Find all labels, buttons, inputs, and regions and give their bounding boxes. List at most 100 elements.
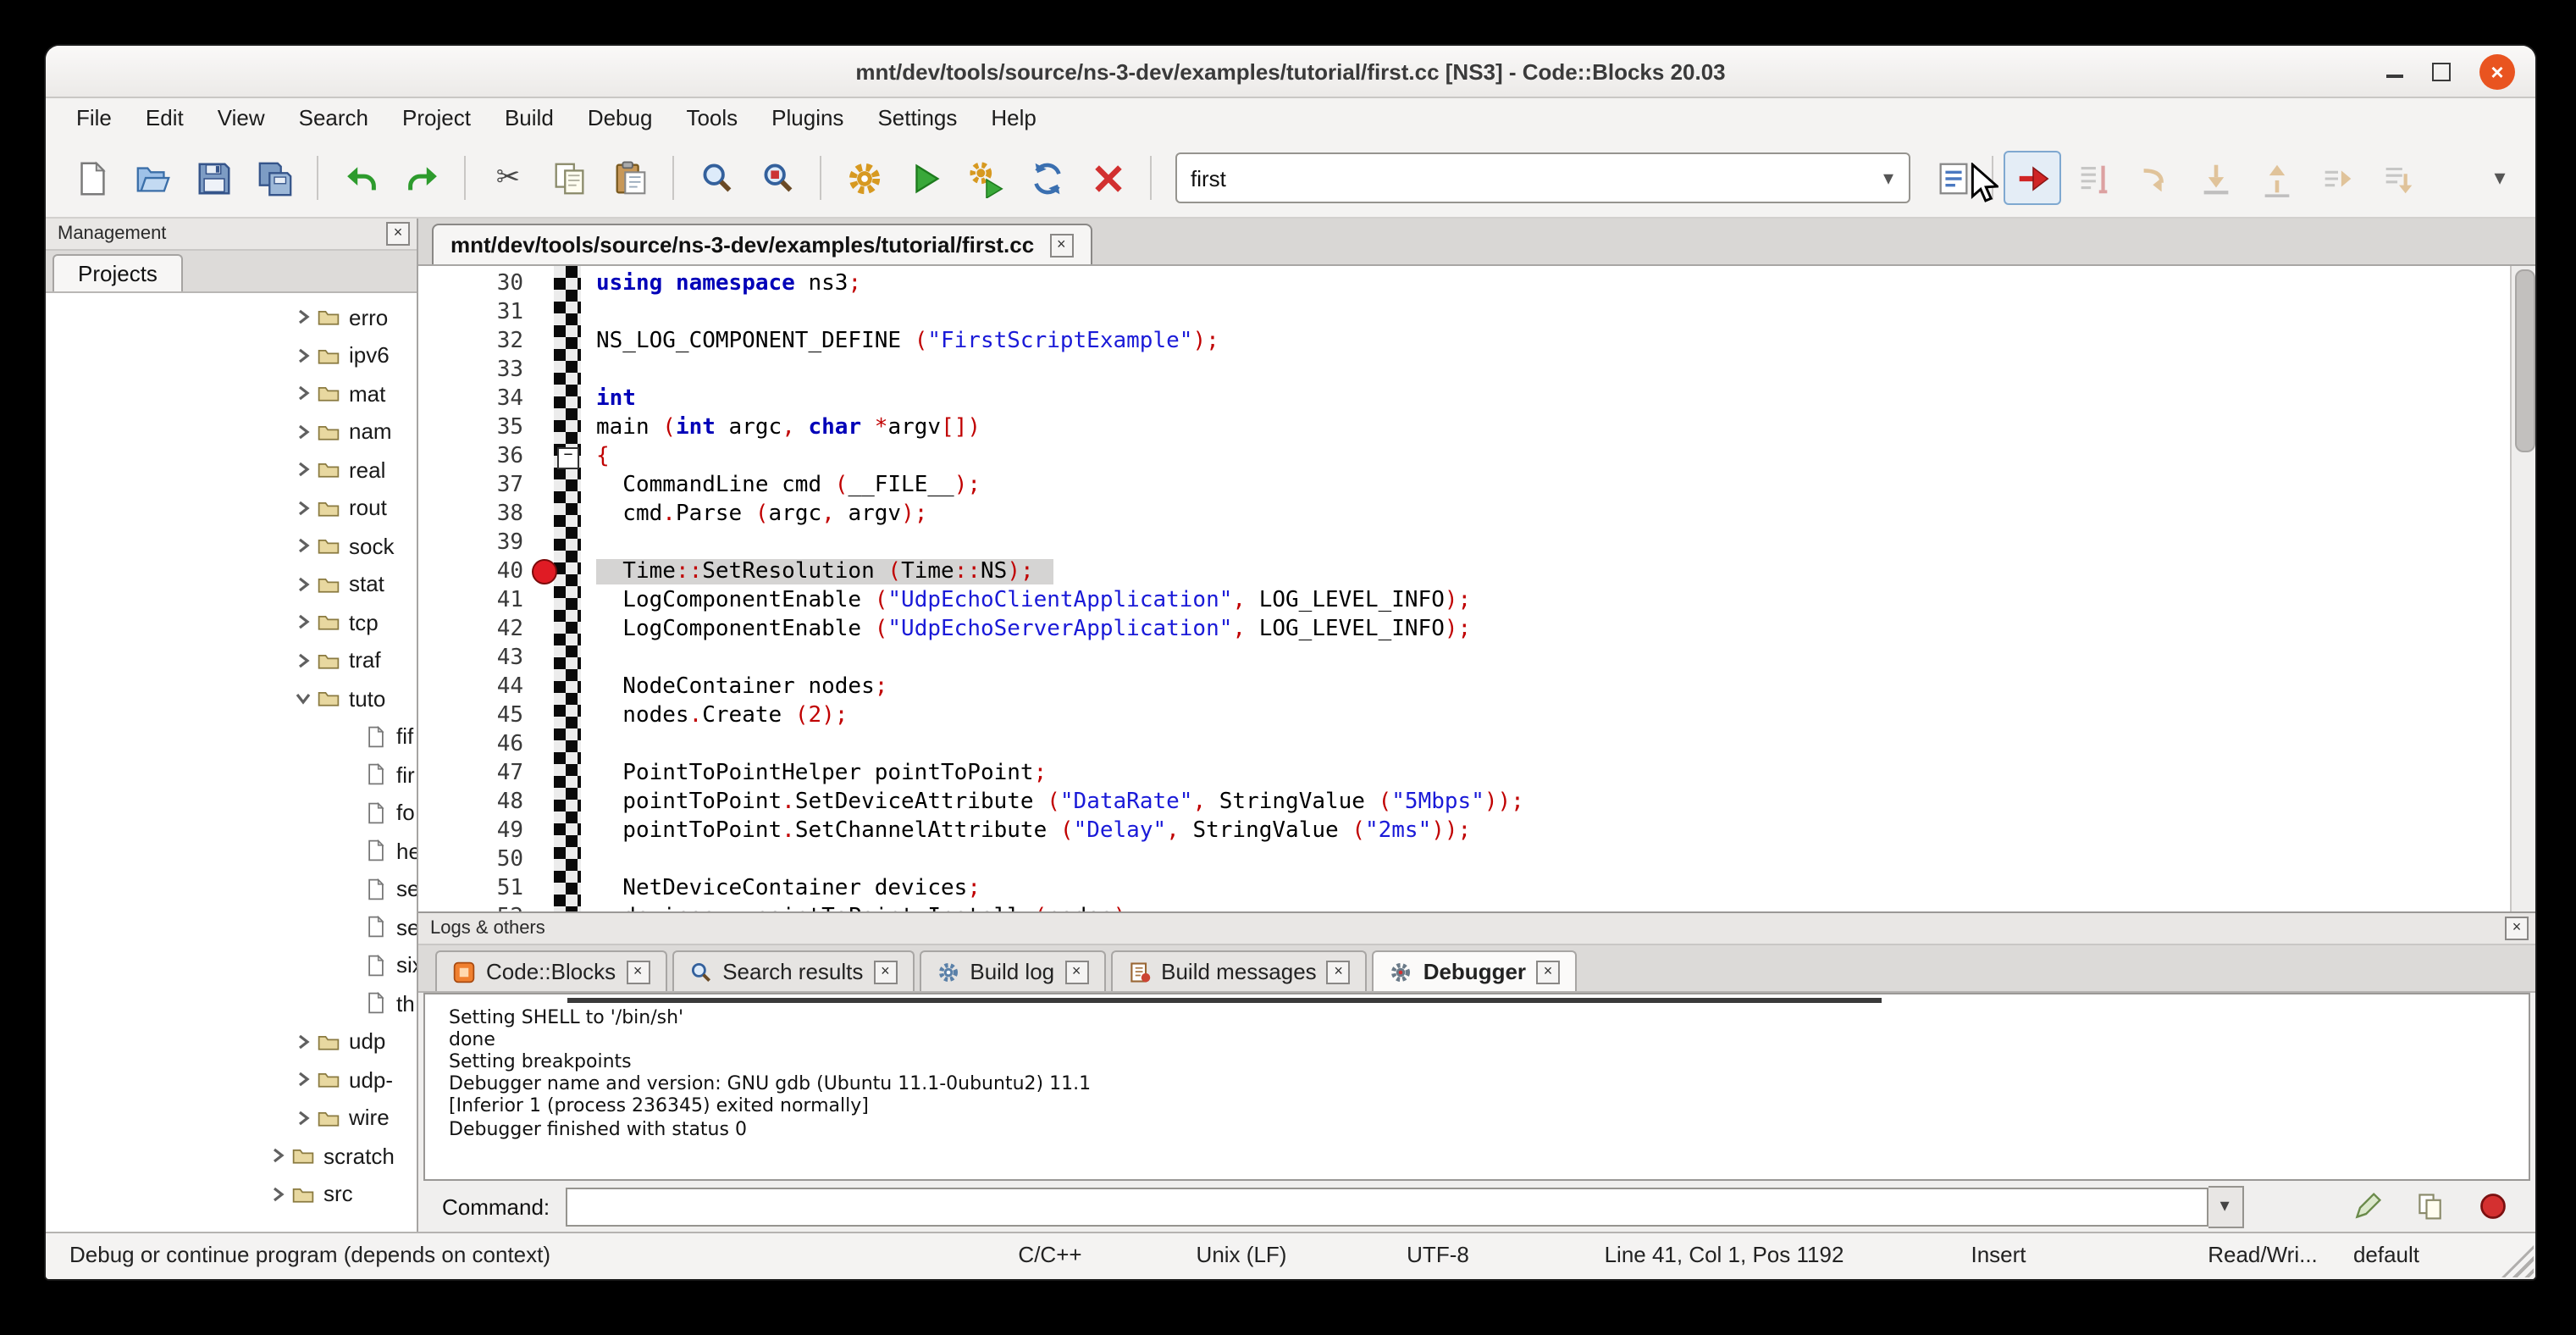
close-tab-button[interactable]: × bbox=[1049, 233, 1073, 257]
close-management-button[interactable]: × bbox=[386, 222, 410, 246]
line-number[interactable]: 38 bbox=[418, 501, 528, 527]
next-instruction-button[interactable] bbox=[2308, 151, 2366, 205]
menu-tools[interactable]: Tools bbox=[669, 98, 755, 139]
tree-item-se[interactable]: se bbox=[46, 870, 417, 908]
step-out-button[interactable] bbox=[2247, 151, 2305, 205]
chevron-down-icon[interactable] bbox=[293, 689, 317, 709]
chevron-right-icon[interactable] bbox=[293, 307, 317, 328]
line-number[interactable]: 37 bbox=[418, 473, 528, 498]
chevron-right-icon[interactable] bbox=[268, 1146, 291, 1166]
editor-vertical-scrollbar[interactable] bbox=[2510, 266, 2535, 911]
tree-item-erro[interactable]: erro bbox=[46, 298, 417, 336]
tree-item-rout[interactable]: rout bbox=[46, 489, 417, 527]
breakpoint-margin[interactable] bbox=[528, 559, 559, 584]
logs-tab-build-log[interactable]: Build log× bbox=[919, 950, 1105, 991]
chevron-right-icon[interactable] bbox=[293, 574, 317, 595]
tree-item-udp[interactable]: udp bbox=[46, 1022, 417, 1061]
code-line[interactable]: 49 pointToPoint.SetChannelAttribute ("De… bbox=[418, 817, 2535, 845]
tree-item-sock[interactable]: sock bbox=[46, 527, 417, 565]
save-button[interactable] bbox=[185, 151, 242, 205]
abort-build-button[interactable] bbox=[1079, 151, 1136, 205]
menu-settings[interactable]: Settings bbox=[860, 98, 974, 139]
line-number[interactable]: 45 bbox=[418, 703, 528, 728]
line-number[interactable]: 50 bbox=[418, 847, 528, 872]
code-line[interactable]: 42 LogComponentEnable ("UdpEchoServerApp… bbox=[418, 615, 2535, 644]
line-number[interactable]: 49 bbox=[418, 818, 528, 844]
menu-plugins[interactable]: Plugins bbox=[755, 98, 860, 139]
line-number[interactable]: 51 bbox=[418, 876, 528, 901]
line-number[interactable]: 46 bbox=[418, 732, 528, 757]
stop-button[interactable] bbox=[2474, 1188, 2512, 1225]
paste-button[interactable] bbox=[601, 151, 659, 205]
redo-button[interactable] bbox=[393, 151, 451, 205]
chevron-right-icon[interactable] bbox=[293, 422, 317, 442]
build-button[interactable] bbox=[835, 151, 893, 205]
code-line[interactable]: 37 CommandLine cmd (__FILE__); bbox=[418, 471, 2535, 500]
line-number[interactable]: 41 bbox=[418, 588, 528, 613]
close-button[interactable]: × bbox=[2479, 53, 2515, 89]
code-line[interactable]: 47 PointToPointHelper pointToPoint; bbox=[418, 759, 2535, 788]
line-number[interactable]: 39 bbox=[418, 530, 528, 556]
tree-item-se[interactable]: se bbox=[46, 908, 417, 946]
tree-item-tcp[interactable]: tcp bbox=[46, 603, 417, 641]
cut-button[interactable]: ✂ bbox=[479, 151, 537, 205]
chevron-right-icon[interactable] bbox=[293, 536, 317, 557]
menu-build[interactable]: Build bbox=[488, 98, 571, 139]
undo-button[interactable] bbox=[332, 151, 390, 205]
tree-item-mat[interactable]: mat bbox=[46, 374, 417, 413]
code-line[interactable]: 46 bbox=[418, 730, 2535, 759]
tree-item-stat[interactable]: stat bbox=[46, 565, 417, 603]
code-line[interactable]: 44 NodeContainer nodes; bbox=[418, 673, 2535, 701]
tree-item-real[interactable]: real bbox=[46, 451, 417, 489]
line-number[interactable]: 30 bbox=[418, 271, 528, 296]
editor-tab[interactable]: mnt/dev/tools/source/ns-3-dev/examples/t… bbox=[432, 224, 1092, 264]
code-line[interactable]: 34int bbox=[418, 385, 2535, 413]
run-to-cursor-button[interactable] bbox=[2065, 151, 2122, 205]
pencil-button[interactable] bbox=[2349, 1188, 2386, 1225]
rebuild-button[interactable] bbox=[1018, 151, 1075, 205]
open-folder-button[interactable] bbox=[124, 151, 181, 205]
code-line[interactable]: 51 NetDeviceContainer devices; bbox=[418, 874, 2535, 903]
tree-item-tuto[interactable]: tuto bbox=[46, 679, 417, 717]
close-tab-icon[interactable]: × bbox=[873, 960, 897, 983]
line-number[interactable]: 35 bbox=[418, 415, 528, 440]
search-combobox[interactable]: ▾ bbox=[1175, 152, 1910, 203]
line-number[interactable]: 47 bbox=[418, 761, 528, 786]
code-line[interactable]: 41 LogComponentEnable ("UdpEchoClientApp… bbox=[418, 586, 2535, 615]
debug-continue-button[interactable] bbox=[2004, 151, 2061, 205]
menu-project[interactable]: Project bbox=[385, 98, 488, 139]
run-button[interactable] bbox=[896, 151, 954, 205]
chevron-right-icon[interactable] bbox=[293, 346, 317, 366]
menu-debug[interactable]: Debug bbox=[571, 98, 670, 139]
close-tab-icon[interactable]: × bbox=[1327, 960, 1351, 983]
line-number[interactable]: 42 bbox=[418, 617, 528, 642]
code-line[interactable]: 43 bbox=[418, 644, 2535, 673]
code-line[interactable]: 39 bbox=[418, 529, 2535, 557]
tree-item-th[interactable]: th bbox=[46, 984, 417, 1022]
tree-item-six[interactable]: six bbox=[46, 946, 417, 984]
menu-file[interactable]: File bbox=[59, 98, 129, 139]
find-in-files-button[interactable] bbox=[749, 151, 806, 205]
code-line[interactable]: 40 Time::SetResolution (Time::NS); bbox=[418, 557, 2535, 586]
tree-item-fir[interactable]: fir bbox=[46, 756, 417, 794]
line-number[interactable]: 43 bbox=[418, 645, 528, 671]
chevron-right-icon[interactable] bbox=[293, 1108, 317, 1128]
menu-help[interactable]: Help bbox=[974, 98, 1053, 139]
step-into-button[interactable] bbox=[2186, 151, 2244, 205]
chevron-right-icon[interactable] bbox=[293, 1032, 317, 1052]
line-number[interactable]: 31 bbox=[418, 300, 528, 325]
tree-item-fif[interactable]: fif bbox=[46, 717, 417, 756]
chevron-right-icon[interactable] bbox=[293, 460, 317, 480]
maximize-button[interactable] bbox=[2432, 62, 2451, 80]
code-line[interactable]: 36{ bbox=[418, 442, 2535, 471]
line-number[interactable]: 34 bbox=[418, 386, 528, 412]
step-into-instruction-button[interactable] bbox=[2369, 151, 2427, 205]
code-line[interactable]: 45 nodes.Create (2); bbox=[418, 701, 2535, 730]
chevron-down-icon[interactable]: ▾ bbox=[1868, 166, 1909, 190]
code-line[interactable]: 38 cmd.Parse (argc, argv); bbox=[418, 500, 2535, 529]
line-number[interactable]: 32 bbox=[418, 329, 528, 354]
chevron-right-icon[interactable] bbox=[293, 612, 317, 633]
code-line[interactable]: 52 devices = pointToPoint.Install (nodes… bbox=[418, 903, 2535, 911]
command-history-button[interactable]: ▾ bbox=[2208, 1185, 2243, 1227]
close-tab-icon[interactable]: × bbox=[1536, 960, 1560, 983]
